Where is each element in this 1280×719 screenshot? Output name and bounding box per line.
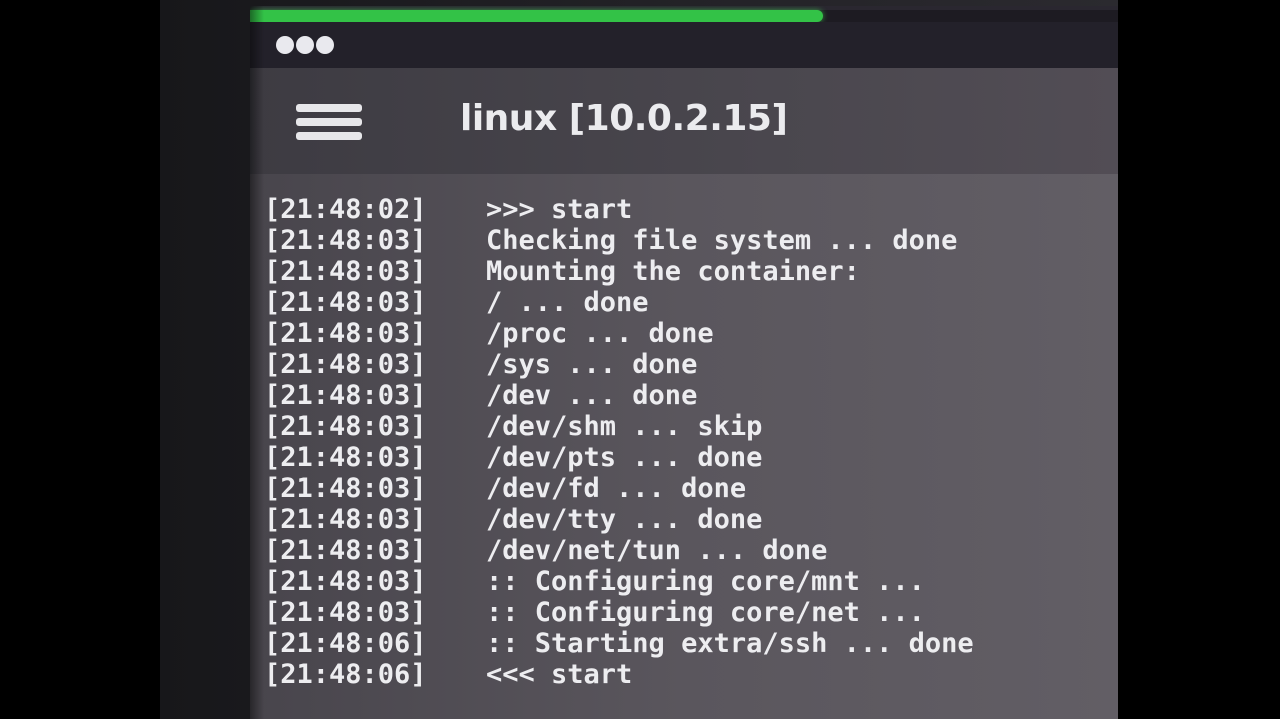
log-message: Checking file system ... done (486, 225, 958, 256)
log-timestamp: [21:48:02] (264, 194, 427, 225)
log-line: [21:48:06]:: Starting extra/ssh ... done (264, 628, 974, 659)
log-line: [21:48:02] >>> start (264, 194, 974, 225)
log-message: Mounting the container: (486, 256, 860, 287)
log-message: :: Starting extra/ssh ... done (486, 628, 974, 659)
status-bar (250, 22, 1118, 68)
log-line: [21:48:03] /sys ... done (264, 349, 974, 380)
log-message: / ... done (486, 287, 649, 318)
log-line: [21:48:03] / ... done (264, 287, 974, 318)
menu-bar-line (296, 118, 362, 126)
app-bar: linux [10.0.2.15] (250, 68, 1118, 174)
terminal-output[interactable]: [21:48:02] >>> start [21:48:03] Checking fi… (250, 174, 1118, 719)
log-line: [21:48:03]:: Configuring core/mnt ... (264, 566, 974, 597)
log-line: [21:48:03] /dev/shm ... skip (264, 411, 974, 442)
log-line: [21:48:03] /proc ... done (264, 318, 974, 349)
log-list: [21:48:02] >>> start [21:48:03] Checking fi… (264, 194, 974, 690)
notification-dot (316, 36, 334, 54)
log-message: /dev/tty ... done (486, 504, 763, 535)
hamburger-menu-icon[interactable] (296, 104, 362, 144)
log-timestamp: [21:48:03] (264, 411, 427, 442)
log-timestamp: [21:48:06] (264, 659, 427, 690)
log-message: /dev/fd ... done (486, 473, 747, 504)
log-timestamp: [21:48:03] (264, 566, 427, 597)
log-message: :: Configuring core/mnt ... (486, 566, 925, 597)
log-message: /sys ... done (486, 349, 698, 380)
log-line: [21:48:03]:: Configuring core/net ... (264, 597, 974, 628)
log-line: [21:48:03] /dev/tty ... done (264, 504, 974, 535)
log-message: /dev/shm ... skip (486, 411, 763, 442)
log-line: [21:48:03] Mounting the container: (264, 256, 974, 287)
log-line: [21:48:03] /dev ... done (264, 380, 974, 411)
menu-bar-line (296, 104, 362, 112)
device-screen: linux [10.0.2.15] [21:48:02] >>> start [21… (250, 6, 1118, 719)
log-timestamp: [21:48:03] (264, 504, 427, 535)
log-timestamp: [21:48:03] (264, 256, 427, 287)
log-line: [21:48:03] /dev/fd ... done (264, 473, 974, 504)
load-progress-bar (250, 10, 1118, 22)
notification-dot (276, 36, 294, 54)
app-title: linux [10.0.2.15] (460, 98, 788, 139)
log-message: <<< start (486, 659, 633, 690)
log-timestamp: [21:48:03] (264, 380, 427, 411)
load-progress-fill (250, 10, 823, 22)
log-timestamp: [21:48:03] (264, 442, 427, 473)
log-timestamp: [21:48:03] (264, 318, 427, 349)
notification-dots-icon[interactable] (276, 36, 334, 54)
notification-dot (296, 36, 314, 54)
log-line: [21:48:03] Checking file system ... done (264, 225, 974, 256)
log-line: [21:48:03] /dev/pts ... done (264, 442, 974, 473)
log-line: [21:48:03] /dev/net/tun ... done (264, 535, 974, 566)
log-timestamp: [21:48:03] (264, 349, 427, 380)
log-timestamp: [21:48:03] (264, 535, 427, 566)
log-timestamp: [21:48:03] (264, 473, 427, 504)
menu-bar-line (296, 132, 362, 140)
log-timestamp: [21:48:03] (264, 287, 427, 318)
log-timestamp: [21:48:03] (264, 225, 427, 256)
photo-viewport: linux [10.0.2.15] [21:48:02] >>> start [21… (0, 0, 1280, 719)
log-timestamp: [21:48:06] (264, 628, 427, 659)
log-message: /proc ... done (486, 318, 714, 349)
log-message: /dev/net/tun ... done (486, 535, 828, 566)
log-message: :: Configuring core/net ... (486, 597, 925, 628)
log-line: [21:48:06] <<< start (264, 659, 974, 690)
log-message: /dev/pts ... done (486, 442, 763, 473)
log-message: >>> start (486, 194, 633, 225)
log-timestamp: [21:48:03] (264, 597, 427, 628)
log-message: /dev ... done (486, 380, 698, 411)
